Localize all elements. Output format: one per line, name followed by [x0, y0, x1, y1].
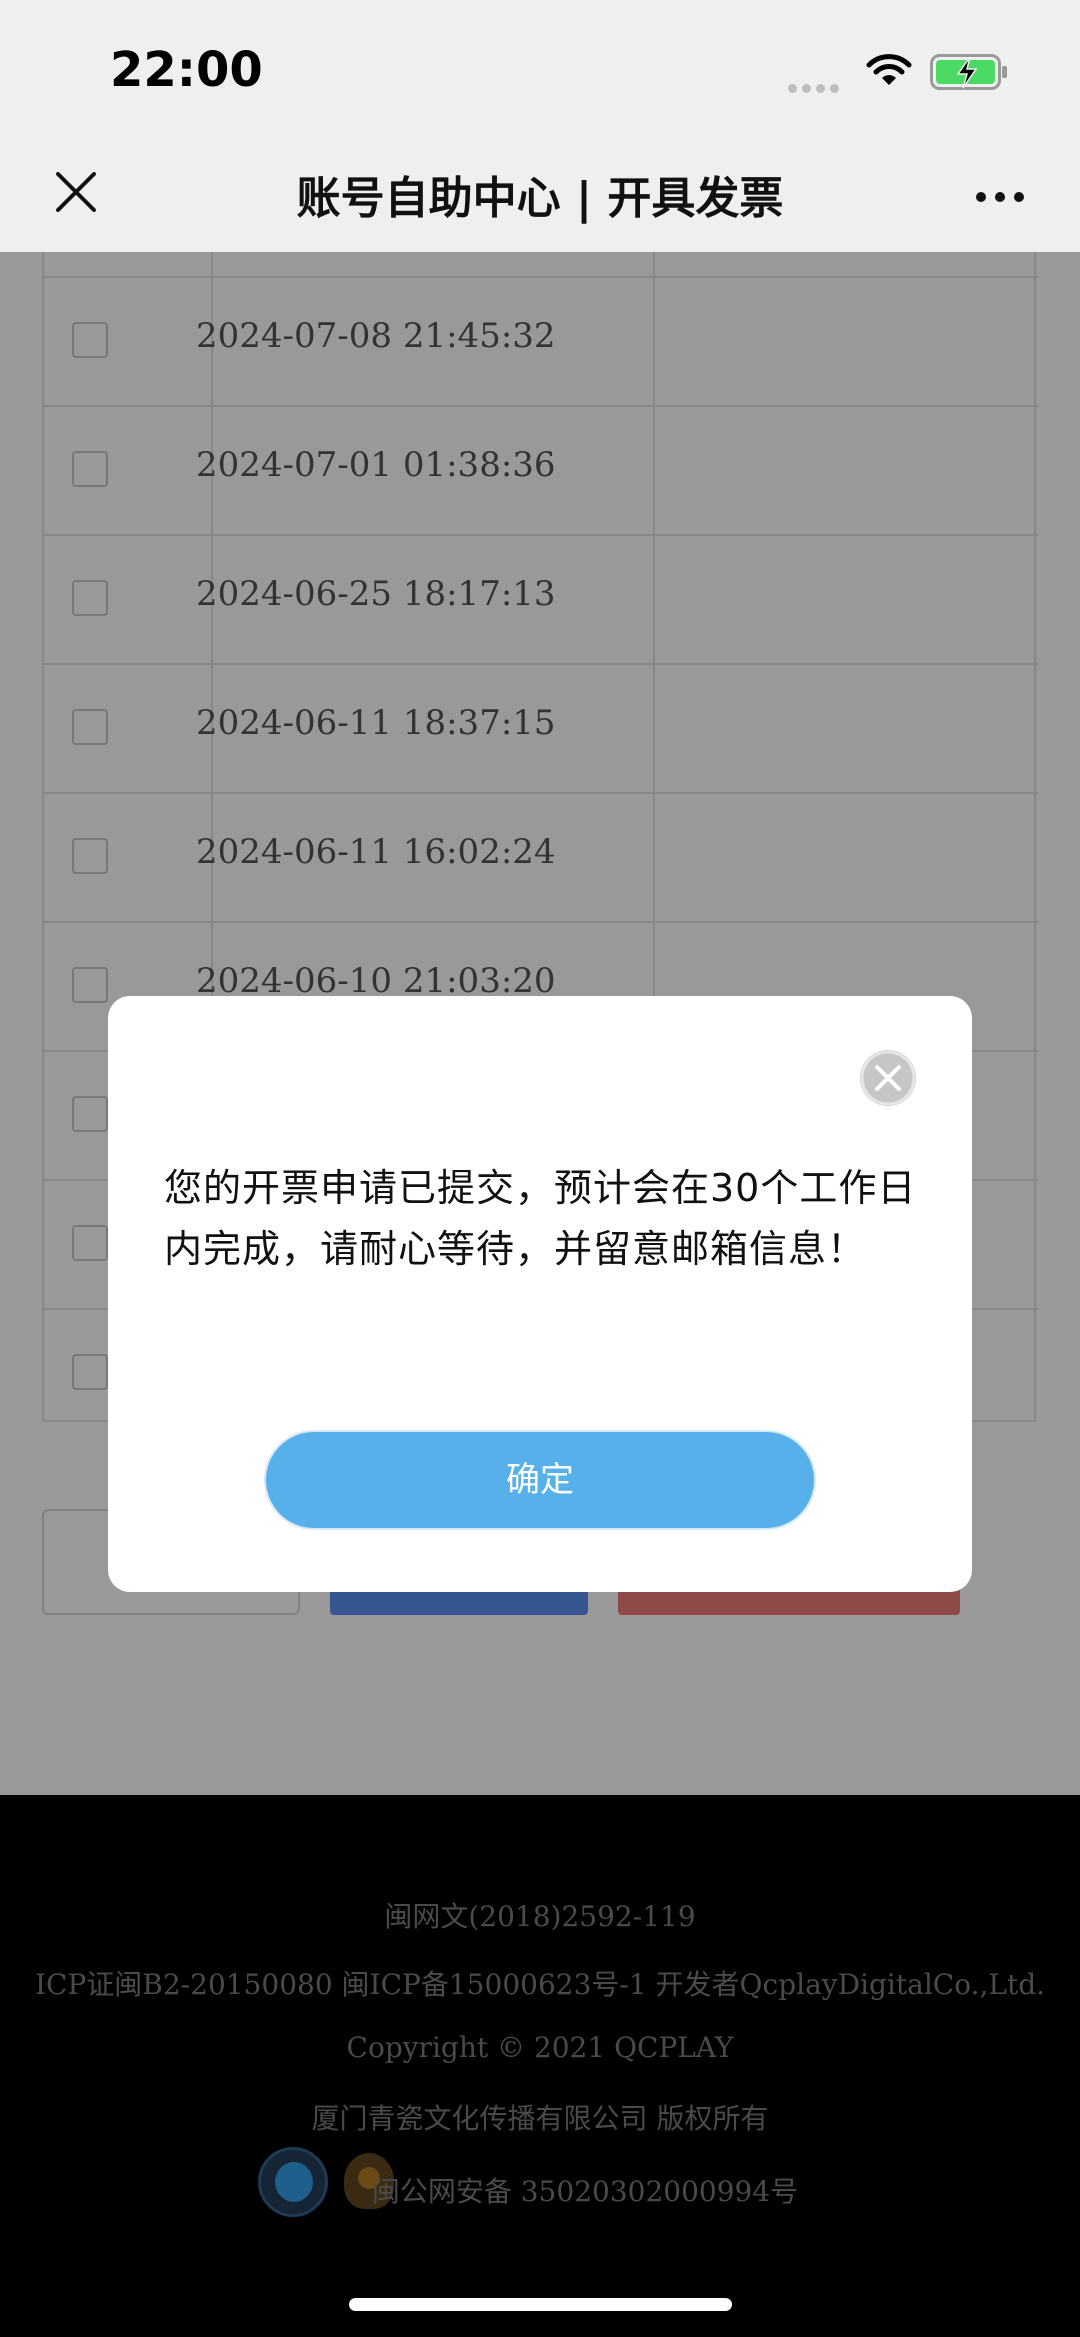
footer: 闽网文(2018)2592-119 ICP证闽B2-20150080 闽ICP备… [0, 1795, 1080, 2337]
signal-dots-icon [788, 78, 844, 97]
page-title: 账号自助中心 | 开具发票 [296, 173, 784, 224]
footer-company: 厦门青瓷文化传播有限公司 版权所有 [311, 2102, 769, 2135]
footer-icp: ICP证闽B2-20150080 闽ICP备15000623号-1 开发者Qcp… [34, 1968, 1046, 2001]
footer-security-text[interactable]: 闽公网安备 35020302000994号 [372, 2175, 798, 2208]
more-dots-icon[interactable] [976, 187, 1033, 206]
invoice-submitted-dialog: 您的开票申请已提交，预计会在30个工作日内完成，请耐心等待，并留意邮箱信息！ 确… [108, 996, 972, 1592]
battery-charging-icon [930, 54, 1010, 96]
status-time: 22:00 [110, 42, 263, 98]
footer-copyright: Copyright © 2021 QCPLAY [346, 2031, 734, 2064]
nav-bar: 账号自助中心 | 开具发票 [0, 140, 1080, 252]
home-indicator [349, 2298, 732, 2311]
confirm-button[interactable]: 确定 [264, 1430, 816, 1530]
footer-security-record: 闽公网安备 35020302000994号 [0, 2170, 1080, 2210]
footer-license: 闽网文(2018)2592-119 [384, 1900, 696, 1933]
close-circle-icon[interactable] [860, 1050, 916, 1106]
dialog-message: 您的开票申请已提交，预计会在30个工作日内完成，请耐心等待，并留意邮箱信息！ [164, 1166, 917, 1271]
status-bar: 22:00 [0, 0, 1080, 140]
wifi-icon [866, 52, 912, 92]
